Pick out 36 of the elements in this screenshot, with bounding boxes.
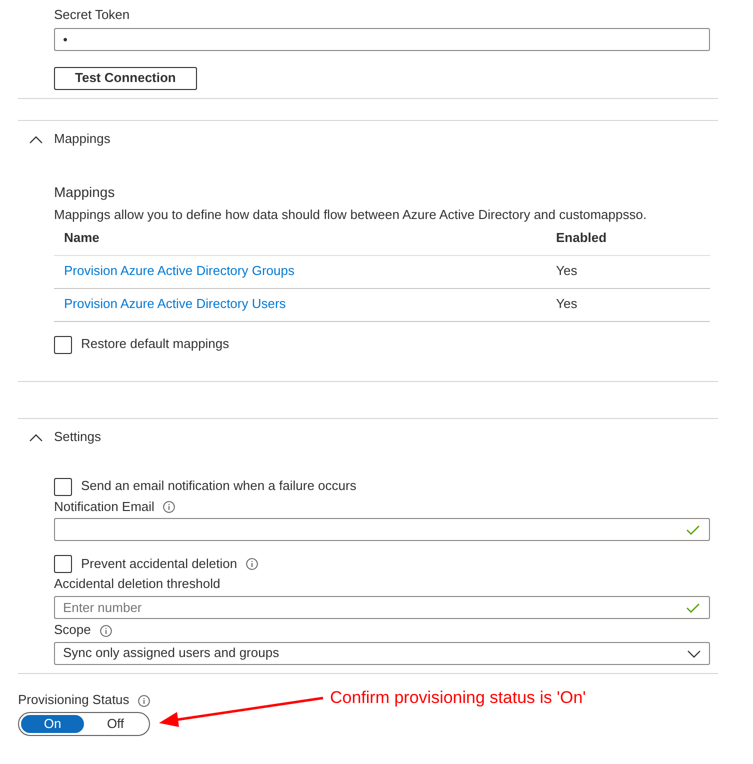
table-cell: Yes <box>546 288 710 322</box>
section-title: Mappings <box>54 182 116 201</box>
text-field[interactable] <box>54 518 710 542</box>
chevron-up-icon[interactable] <box>29 136 43 144</box>
test-connection-button[interactable]: Test Connection <box>54 66 197 90</box>
toggle-option[interactable]: Off <box>84 715 147 734</box>
info-icon[interactable] <box>138 694 150 707</box>
field-label: Secret Token <box>54 7 131 24</box>
checkbox-label: Prevent accidental deletion <box>81 556 238 573</box>
checkbox[interactable] <box>54 555 72 574</box>
info-icon[interactable] <box>100 624 112 637</box>
chevron-up-icon[interactable] <box>29 434 43 442</box>
toggle-option[interactable]: On <box>21 715 84 734</box>
annotation-text: Confirm provisioning status is 'On' <box>330 687 586 709</box>
mapping-link[interactable]: Provision Azure Active Directory Groups <box>64 262 294 278</box>
checkbox-label: Restore default mappings <box>81 336 230 353</box>
mapping-link[interactable]: Provision Azure Active Directory Users <box>64 296 286 311</box>
info-icon[interactable] <box>163 500 176 513</box>
section-header[interactable]: Settings <box>54 429 101 446</box>
text-field[interactable]: Enter number <box>54 596 710 620</box>
description-text: Mappings allow you to define how data should flow between Azure Active Directory and customappsso. <box>54 206 648 224</box>
info-icon[interactable] <box>246 558 258 570</box>
secret-token-field[interactable]: • <box>54 28 710 51</box>
field-label: Provisioning Status <box>18 692 130 710</box>
section-header[interactable]: Mappings <box>54 131 110 148</box>
checkbox-label: Send an email notification when a failure occurs <box>81 478 356 495</box>
field-label: Scope <box>54 622 91 640</box>
table-cell: Yes <box>546 255 710 288</box>
checkbox[interactable] <box>54 478 72 496</box>
field-label: Accidental deletion threshold <box>54 576 220 594</box>
checkbox[interactable] <box>54 336 72 354</box>
scope-dropdown[interactable]: Sync only assigned users and groups <box>54 642 710 666</box>
field-label: Notification Email <box>54 498 154 516</box>
chevron-down-icon <box>687 650 701 658</box>
column-header: Enabled <box>546 224 710 256</box>
column-header: Name <box>54 224 546 256</box>
